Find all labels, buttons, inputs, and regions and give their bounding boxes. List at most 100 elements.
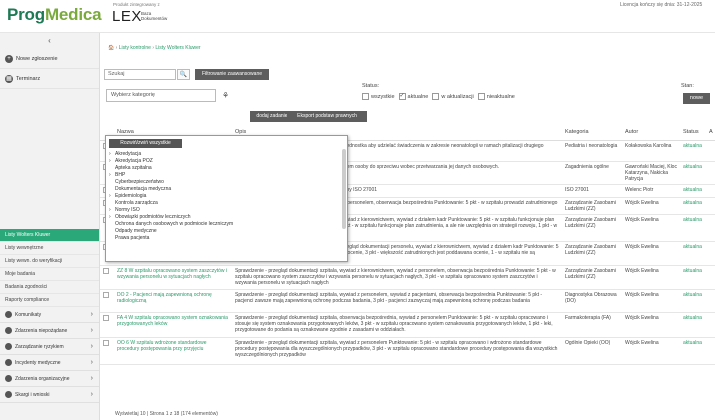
sidebar-category-org-events[interactable]: Zdarzenia organizacyjne › — [0, 371, 99, 387]
row-name[interactable]: FA 4 W szpitalu opracowano system oznako… — [114, 312, 232, 338]
checkbox-box — [362, 93, 369, 100]
row-extra — [706, 161, 715, 185]
expand-collapse-all-button[interactable]: Rozwiń/zwiń wszystkie — [109, 139, 182, 148]
status-all-checkbox[interactable]: wszystkie — [362, 93, 395, 100]
col-extra[interactable]: A — [706, 125, 715, 141]
sidebar-item-my-surveys[interactable]: Moje badania — [0, 268, 99, 281]
row-checkbox[interactable] — [100, 289, 114, 313]
sidebar-category-incidents[interactable]: Incydenty medyczne › — [0, 355, 99, 371]
row-status: aktualna — [680, 214, 706, 242]
lex-sub2: Dokumentów — [141, 16, 168, 21]
checkmark-icon: ✓ — [398, 93, 406, 100]
advanced-filter-button[interactable]: Filtrowanie zaawansowane — [195, 69, 269, 80]
sidebar-item-internal-lists[interactable]: Listy wewnętrzne — [0, 242, 99, 255]
category-tree-label: Apteka szpitalna — [115, 165, 152, 171]
category-label: Komunikaty — [15, 311, 42, 318]
row-extra — [706, 214, 715, 242]
category-tree-item[interactable]: › Akredytacja POZ — [109, 158, 345, 165]
progmedica-logo[interactable]: ProgMedica — [7, 5, 102, 25]
status-updating-checkbox[interactable]: w aktualizacji — [432, 93, 474, 100]
checkbox-label: wszystkie — [371, 93, 395, 100]
timetable-button[interactable]: ▦ Terminarz — [0, 69, 99, 89]
sidebar-category-messages[interactable]: Komunikaty › — [0, 307, 99, 323]
sidebar-item-wolters-kluwer[interactable]: Listy Wolters Kluwer — [0, 229, 99, 242]
category-label: Skargi i wnioski — [15, 391, 50, 398]
row-extra — [706, 289, 715, 313]
search-icon[interactable]: 🔍 — [177, 69, 190, 80]
sidebar-item-verification-lists[interactable]: Listy wewn. do weryfikacji — [0, 255, 99, 268]
breadcrumb-checklists[interactable]: Listy kontrolne — [119, 45, 151, 51]
row-name[interactable]: DO 2 - Pacjenci mają zapewnioną ochronę … — [114, 289, 232, 313]
row-checkbox-box[interactable] — [103, 339, 109, 346]
category-tree-item[interactable]: Dokumentacja medyczna — [109, 186, 345, 193]
checkbox-box — [477, 93, 485, 100]
category-tree-item[interactable]: Ochrona danych osobowych w podmiocie lec… — [109, 221, 345, 228]
pagination[interactable]: Wyświetlaj 10 | Strona 1 z 18 (174 eleme… — [0, 411, 715, 420]
export-legal-bases-button[interactable]: Eksport podstaw prawnych — [287, 111, 367, 122]
dropdown-scrollbar[interactable] — [342, 149, 346, 229]
sidebar-category-risk[interactable]: Zarządzanie ryzykiem › — [0, 339, 99, 355]
category-tree-label: Akredytacja POZ — [115, 158, 153, 164]
collapse-sidebar-icon[interactable]: ‹ — [0, 33, 99, 49]
row-extra — [706, 337, 715, 365]
state-label: Stan: — [681, 83, 694, 89]
row-description: Sprawdzenie - przegląd dokumentacji szpi… — [232, 289, 562, 313]
megaphone-icon — [5, 311, 12, 318]
row-checkbox[interactable] — [100, 337, 114, 365]
category-tree-item[interactable]: Prawa pacjenta — [109, 235, 345, 242]
row-checkbox[interactable] — [100, 312, 114, 338]
category-label: Zdarzenia organizacyjne — [15, 375, 70, 382]
col-status[interactable]: Status — [680, 125, 706, 141]
row-checkbox-box[interactable] — [103, 291, 109, 298]
medical-icon — [5, 359, 12, 366]
row-checkbox-box[interactable] — [103, 267, 109, 274]
row-checkbox[interactable] — [100, 265, 114, 290]
category-tree-item[interactable]: Apteka szpitalna — [109, 165, 345, 172]
row-category: Zarządzanie Zasobami Ludzkimi (ZZ) — [562, 241, 622, 266]
sidebar-category-adverse-events[interactable]: Zdarzenia niepożądane › — [0, 323, 99, 339]
row-name[interactable]: OO 6 W szpitalu wdrożone standardowe pro… — [114, 337, 232, 365]
sidebar-item-compliance-reports[interactable]: Raporty compliance — [0, 294, 99, 307]
sidebar-item-compliance-surveys[interactable]: Badania zgodności — [0, 281, 99, 294]
row-status: aktualna — [680, 161, 706, 185]
category-tree-item[interactable]: › BHP — [109, 172, 345, 179]
table-row[interactable]: FA 4 W szpitalu opracowano system oznako… — [100, 312, 715, 338]
status-filters: wszystkie ✓ aktualne w aktualizacji nieak… — [362, 93, 515, 100]
category-tree-item[interactable]: › Normy ISO — [109, 207, 345, 214]
tree-icon[interactable]: ⚘ — [222, 91, 229, 100]
table-row[interactable]: DO 2 - Pacjenci mają zapewnioną ochronę … — [100, 289, 715, 313]
category-tree-label: Kontrola zarządcza — [115, 200, 158, 206]
category-select[interactable]: Wybierz kategorię — [106, 89, 216, 102]
category-tree-item[interactable]: Odpady medyczne — [109, 228, 345, 235]
col-category[interactable]: Kategoria — [562, 125, 622, 141]
category-tree-label: Obowiązki podmiotów leczniczych — [115, 214, 191, 220]
row-checkbox-box[interactable] — [103, 314, 109, 321]
new-report-button[interactable]: + Nowe zgłoszenie — [0, 49, 99, 69]
sidebar-category-complaints[interactable]: Skargi i wnioski › — [0, 387, 99, 403]
status-current-checkbox[interactable]: ✓ aktualne — [398, 93, 428, 100]
search-input[interactable]: Szukaj — [104, 69, 176, 80]
category-tree-item[interactable]: › Epidemiologia — [109, 193, 345, 200]
table-row[interactable]: OO 6 W szpitalu wdrożone standardowe pro… — [100, 337, 715, 365]
category-tree-item[interactable]: › Obowiązki podmiotów leczniczych — [109, 214, 345, 221]
category-tree-label: Odpady medyczne — [115, 228, 157, 234]
row-author: Wójcik Ewelina — [622, 337, 680, 365]
breadcrumb: 🏠 › Listy kontrolne › Listy Wolters Kluw… — [108, 45, 201, 51]
category-tree-item[interactable]: Kontrola zarządcza — [109, 200, 345, 207]
col-author[interactable]: Autor — [622, 125, 680, 141]
lex-logo: LEX — [112, 8, 142, 25]
logo-part2: Medica — [44, 5, 102, 24]
category-tree-item[interactable]: › Akredytacja — [109, 151, 345, 158]
home-icon[interactable]: 🏠 — [108, 45, 114, 51]
category-tree-label: Prawa pacjenta — [115, 235, 150, 241]
chevron-right-icon: › — [90, 327, 93, 334]
breadcrumb-wolters-kluwer[interactable]: Listy Wolters Kluwer — [155, 45, 200, 51]
category-tree-item[interactable]: Cyberbezpieczeństwo — [109, 179, 345, 186]
status-outdated-checkbox[interactable]: nieaktualne — [477, 93, 515, 100]
new-state-button[interactable]: nowe — [683, 93, 710, 104]
row-category: Zagadnienia ogólne — [562, 161, 622, 185]
row-name[interactable]: ZZ 8 W szpitalu opracowano system zaszcz… — [114, 265, 232, 290]
category-tree-label: Dokumentacja medyczna — [115, 186, 172, 192]
table-row[interactable]: ZZ 8 W szpitalu opracowano system zaszcz… — [100, 265, 715, 290]
integration-label: Produkt zintegrowany z — [113, 2, 160, 7]
